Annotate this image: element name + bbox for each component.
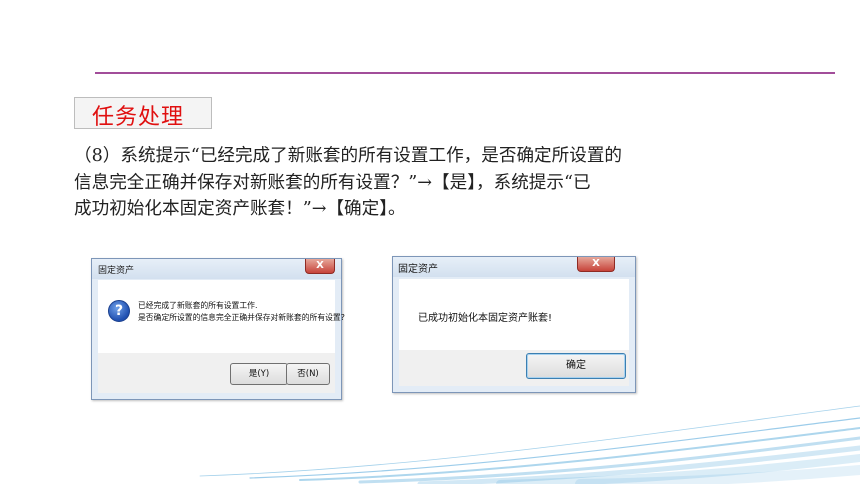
dialog-title: 固定资产 [398,264,438,275]
dialog-message: 已成功初始化本固定资产账套! [418,313,553,324]
instruction-line: （8）系统提示“已经完成了新账套的所有设置工作，是否确定所设置的 [74,146,623,166]
dialog-button-bar: 确定 [399,350,629,386]
instruction-text: （8）系统提示“已经完成了新账套的所有设置工作，是否确定所设置的 信息完全正确并… [74,143,754,223]
instruction-line: 成功初始化本固定资产账套！”→【确定】。 [74,199,406,219]
dialog-message-line: 已经完成了新账套的所有设置工作. [138,301,258,310]
close-button[interactable]: X [577,257,615,272]
close-button[interactable]: X [305,259,335,274]
header-divider [95,72,835,74]
dialog-titlebar: 固定资产 X [92,259,341,279]
dialog-message-area: ? 已经完成了新账套的所有设置工作. 是否确定所设置的信息完全正确并保存对新账套… [98,280,345,353]
dialog-button-bar: 是(Y) 否(N) [98,353,335,393]
instruction-line: 信息完全正确并保存对新账套的所有设置？”→【是】，系统提示“已 [74,172,591,193]
question-icon: ? [108,300,130,322]
section-tab: 任务处理 [74,97,212,130]
dialog-message-area: 已成功初始化本固定资产账套! [399,279,629,350]
section-label: 任务处理 [92,105,185,130]
confirm-dialog: 固定资产 X ? 已经完成了新账套的所有设置工作. 是否确定所设置的信息完全正确… [91,258,345,400]
dialog-titlebar: 固定资产 X [393,257,635,277]
dialog-title: 固定资产 [98,266,135,276]
dialog-message-line: 是否确定所设置的信息完全正确并保存对新账套的所有设置? [138,313,345,322]
yes-button[interactable]: 是(Y) [230,363,288,385]
success-dialog: 固定资产 X 已成功初始化本固定资产账套! 确定 [392,256,636,393]
ok-button[interactable]: 确定 [526,353,626,379]
no-button[interactable]: 否(N) [286,363,330,385]
